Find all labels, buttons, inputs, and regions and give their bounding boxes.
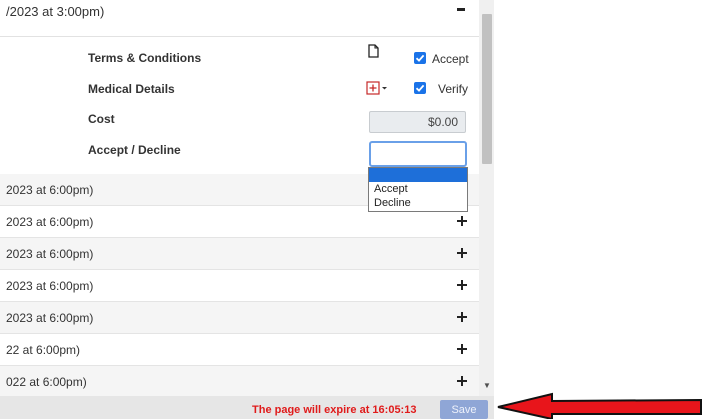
footer-bar bbox=[0, 396, 494, 419]
list-item-text: 22 at 6:00pm) bbox=[6, 343, 81, 357]
scroll-down-arrow-icon[interactable]: ▼ bbox=[483, 381, 491, 390]
list-item[interactable]: 022 at 6:00pm) bbox=[0, 366, 479, 396]
plus-icon[interactable] bbox=[457, 376, 467, 386]
expanded-section-header[interactable]: /2023 at 3:00pm) bbox=[0, 0, 479, 37]
accept-decline-dropdown: Accept Decline bbox=[368, 167, 468, 212]
dropdown-option-accept[interactable]: Accept bbox=[374, 183, 408, 195]
dropdown-option-decline[interactable]: Decline bbox=[374, 197, 411, 209]
section-header-text: /2023 at 3:00pm) bbox=[6, 4, 105, 19]
plus-icon[interactable] bbox=[457, 216, 467, 226]
list-item[interactable]: 22 at 6:00pm) bbox=[0, 334, 479, 366]
plus-icon[interactable] bbox=[457, 248, 467, 258]
scrollbar-thumb[interactable] bbox=[482, 14, 492, 164]
list-item-text: 2023 at 6:00pm) bbox=[6, 215, 94, 229]
list-item-text: 2023 at 6:00pm) bbox=[6, 183, 94, 197]
dropdown-option-blank[interactable] bbox=[369, 168, 467, 182]
list-item-text: 2023 at 6:00pm) bbox=[6, 279, 94, 293]
terms-accept-checkbox[interactable] bbox=[414, 52, 426, 64]
medical-verify-checkbox[interactable] bbox=[414, 82, 426, 94]
terms-label: Terms & Conditions bbox=[88, 51, 202, 65]
list-item-text: 2023 at 6:00pm) bbox=[6, 311, 94, 325]
save-button[interactable]: Save bbox=[440, 400, 488, 419]
minus-icon[interactable] bbox=[457, 8, 465, 11]
cost-label: Cost bbox=[88, 112, 115, 126]
terms-accept-label: Accept bbox=[432, 52, 469, 66]
plus-icon[interactable] bbox=[457, 280, 467, 290]
list-item[interactable]: 2023 at 6:00pm) bbox=[0, 238, 479, 270]
accept-decline-label: Accept / Decline bbox=[88, 143, 181, 157]
registration-panel: /2023 at 3:00pm) Terms & Conditions Acce… bbox=[0, 0, 479, 396]
medical-verify-label: Verify bbox=[438, 82, 469, 96]
document-icon[interactable] bbox=[368, 44, 379, 63]
plus-icon[interactable] bbox=[457, 344, 467, 354]
expiry-warning: The page will expire at 16:05:13 bbox=[252, 404, 417, 416]
list-item-text: 022 at 6:00pm) bbox=[6, 375, 87, 389]
medical-add-icon[interactable] bbox=[366, 81, 390, 100]
red-arrow-icon bbox=[497, 392, 702, 419]
list-item[interactable]: 2023 at 6:00pm) bbox=[0, 302, 479, 334]
plus-icon[interactable] bbox=[457, 312, 467, 322]
cost-field: $0.00 bbox=[369, 111, 466, 133]
medical-details-label: Medical Details bbox=[88, 82, 175, 96]
list-item[interactable]: 2023 at 6:00pm) bbox=[0, 270, 479, 302]
accept-decline-select[interactable] bbox=[369, 141, 467, 167]
list-item-text: 2023 at 6:00pm) bbox=[6, 247, 94, 261]
